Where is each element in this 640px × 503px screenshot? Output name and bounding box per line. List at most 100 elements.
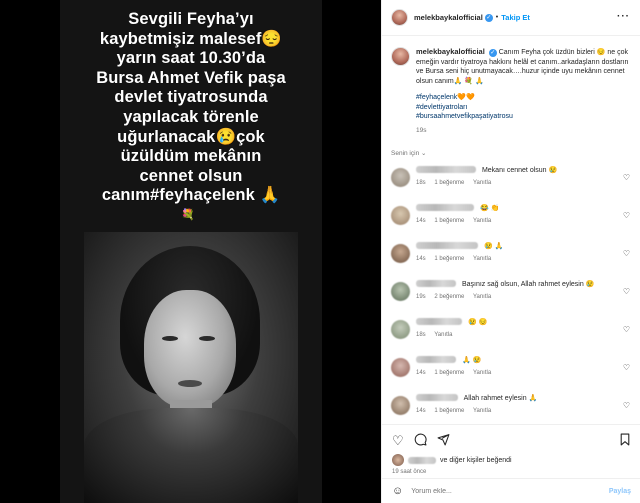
- avatar[interactable]: [391, 47, 410, 66]
- avatar: [392, 454, 404, 466]
- commenter-name-blurred[interactable]: [416, 394, 458, 402]
- heart-icon[interactable]: ♡: [623, 401, 630, 410]
- story-image: Sevgili Feyha’yı kaybetmişiz malesef😔 ya…: [60, 0, 322, 503]
- reply-button[interactable]: Yanıtla: [473, 294, 491, 300]
- heart-icon[interactable]: ♡: [623, 211, 630, 220]
- follow-button[interactable]: Takip Et: [501, 13, 530, 22]
- post-comment-button[interactable]: Paylaş: [609, 488, 631, 495]
- hashtag-link[interactable]: #devlettiyatroları: [416, 103, 631, 113]
- post-header: melekbaykalofficial ✓ • Takip Et ···: [382, 0, 640, 36]
- comment-list: Mekanı cennet olsun 😢 18s 1 beğenme Yanı…: [391, 165, 640, 424]
- heart-icon[interactable]: ♡: [623, 287, 630, 296]
- comment-text: 🙏 😢: [461, 356, 482, 364]
- avatar[interactable]: [391, 167, 410, 187]
- comment-row: 🙏 😢 14s 1 beğenme Yanıtla ♡: [391, 355, 640, 393]
- commenter-name-blurred[interactable]: [416, 242, 478, 250]
- commenter-name-blurred[interactable]: [416, 356, 456, 364]
- caption-time: 19s: [416, 126, 427, 134]
- caption-line: Bursa Ahmet Vefik paşa: [96, 68, 286, 87]
- commenter-name-blurred[interactable]: [416, 204, 474, 212]
- add-comment-bar: ☺ Paylaş: [382, 478, 640, 503]
- heart-icon[interactable]: ♡: [623, 249, 630, 258]
- avatar[interactable]: [391, 243, 410, 263]
- commenter-name-blurred[interactable]: [416, 280, 456, 288]
- comment-likes[interactable]: 1 beğenme: [434, 256, 464, 262]
- hashtag-link[interactable]: #feyhaçelenk🧡🧡: [416, 93, 631, 103]
- comment-icon[interactable]: [414, 433, 427, 449]
- comment-text: 😢 😔: [467, 318, 488, 326]
- reply-button[interactable]: Yanıtla: [473, 256, 491, 262]
- reply-button[interactable]: Yanıtla: [473, 180, 491, 186]
- bookmark-icon[interactable]: [619, 433, 631, 449]
- commenter-name-blurred[interactable]: [416, 318, 462, 326]
- comment-time: 18s: [416, 179, 426, 186]
- comment-time: 14s: [416, 369, 426, 376]
- comment-text: 😢 🙏: [483, 242, 504, 250]
- comment-text: Allah rahmet eylesin 🙏: [463, 394, 538, 402]
- commenter-name-blurred[interactable]: [416, 166, 476, 174]
- comment-time: 14s: [416, 255, 426, 262]
- heart-icon[interactable]: ♡: [623, 173, 630, 182]
- comment-time: 19s: [416, 293, 426, 300]
- comment-text: Mekanı cennet olsun 😢: [481, 166, 558, 174]
- reply-button[interactable]: Yanıtla: [473, 218, 491, 224]
- comment-likes[interactable]: 1 beğenme: [434, 180, 464, 186]
- reply-button[interactable]: Yanıtla: [434, 332, 452, 338]
- heart-icon[interactable]: ♡: [392, 433, 404, 449]
- comment-row: 😢 😔 18s Yanıtla ♡: [391, 317, 640, 355]
- comment-input[interactable]: [411, 487, 609, 495]
- heart-icon[interactable]: ♡: [623, 363, 630, 372]
- action-bar: ♡ ve diğer kişiler beğendi 19 saat önce: [382, 424, 640, 475]
- avatar[interactable]: [391, 281, 410, 301]
- caption-line: uğurlanacak😢çok: [117, 127, 265, 146]
- avatar[interactable]: [391, 357, 410, 377]
- caption-line: üzüldüm mekânın: [120, 147, 262, 166]
- verified-badge-icon: ✓: [484, 13, 493, 22]
- portrait-photo: [84, 232, 298, 503]
- more-options-icon[interactable]: ···: [617, 11, 630, 22]
- comment-time: 14s: [416, 407, 426, 414]
- caption-line: kaybetmişiz malesef😔: [99, 29, 283, 48]
- emoji-icon[interactable]: ☺: [392, 485, 403, 497]
- heart-icon[interactable]: ♡: [623, 325, 630, 334]
- comment-row: Allah rahmet eylesin 🙏 14s 1 beğenme Yan…: [391, 393, 640, 424]
- comment-text: 😂 👏: [479, 204, 500, 212]
- avatar[interactable]: [391, 395, 410, 415]
- comment-likes[interactable]: 2 beğenme: [434, 294, 464, 300]
- likes-summary[interactable]: ve diğer kişiler beğendi: [392, 454, 631, 466]
- username-link[interactable]: melekbaykalofficial: [414, 13, 483, 22]
- share-icon[interactable]: [437, 433, 450, 449]
- reply-button[interactable]: Yanıtla: [473, 370, 491, 376]
- caption-line: cennet olsun: [139, 166, 243, 185]
- caption-username[interactable]: melekbaykalofficial: [416, 47, 485, 56]
- comment-filter-dropdown[interactable]: Senin için ⌄: [391, 149, 640, 157]
- verified-badge-icon: ✓: [488, 49, 497, 57]
- hashtag-link[interactable]: #bursaahmetvefikpaşatiyatrosu: [416, 112, 631, 122]
- comment-time: 14s: [416, 217, 426, 224]
- separator: •: [495, 14, 499, 21]
- avatar[interactable]: [391, 9, 408, 26]
- comment-row: Mekanı cennet olsun 😢 18s 1 beğenme Yanı…: [391, 165, 640, 203]
- reply-button[interactable]: Yanıtla: [473, 408, 491, 414]
- comment-likes[interactable]: 1 beğenme: [434, 370, 464, 376]
- caption-line: devlet tiyatrosunda: [114, 88, 268, 107]
- caption-hashtag-line: canım#feyhaçelenk 🙏: [101, 186, 281, 205]
- flower-emoji: 💐: [181, 209, 195, 221]
- avatar[interactable]: [391, 319, 410, 339]
- instagram-post-view: Sevgili Feyha’yı kaybetmişiz malesef😔 ya…: [0, 0, 640, 503]
- caption-line: Sevgili Feyha’yı: [128, 10, 254, 28]
- post-media[interactable]: Sevgili Feyha’yı kaybetmişiz malesef😔 ya…: [0, 0, 381, 503]
- post-side-panel: melekbaykalofficial ✓ • Takip Et ··· mel…: [381, 0, 640, 503]
- comment-likes[interactable]: 1 beğenme: [434, 218, 464, 224]
- comment-row: 😂 👏 14s 1 beğenme Yanıtla ♡: [391, 203, 640, 241]
- image-caption: Sevgili Feyha’yı kaybetmişiz malesef😔 ya…: [60, 10, 322, 206]
- post-caption: melekbaykalofficial ✓ Canım Feyha çok üz…: [391, 36, 640, 136]
- comments-section[interactable]: melekbaykalofficial ✓ Canım Feyha çok üz…: [382, 36, 640, 424]
- avatar[interactable]: [391, 205, 410, 225]
- post-time: 19 saat önce: [392, 469, 427, 475]
- caption-line: yarın saat 10.30’da: [116, 49, 266, 68]
- comment-text: Başınız sağ olsun, Allah rahmet eylesin …: [461, 280, 595, 288]
- likes-text: ve diğer kişiler beğendi: [440, 456, 512, 464]
- comment-likes[interactable]: 1 beğenme: [434, 408, 464, 414]
- caption-line: yapılacak törenle: [123, 107, 259, 126]
